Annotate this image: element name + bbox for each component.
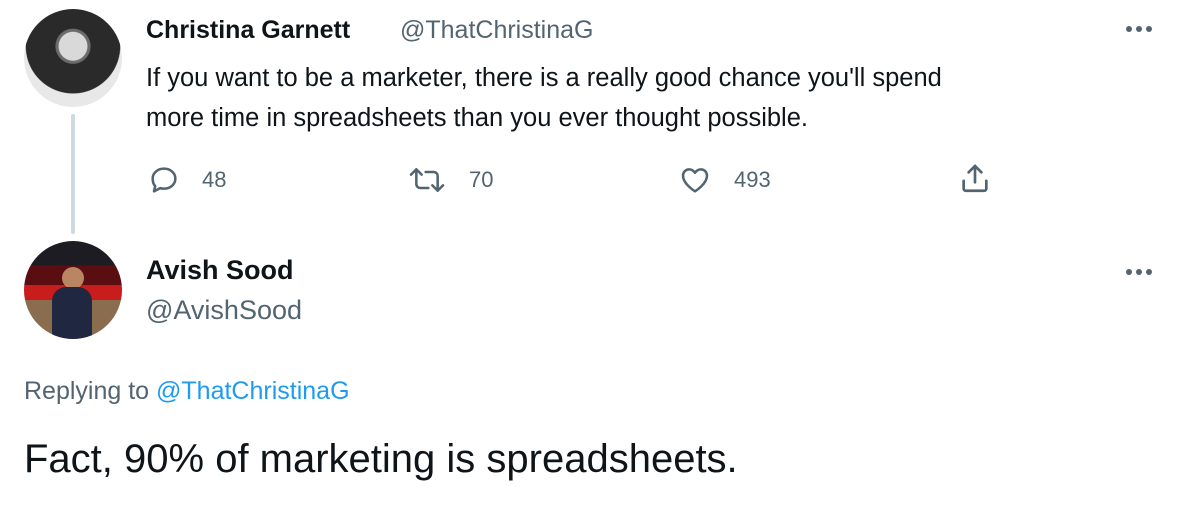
reply-icon [148, 164, 180, 196]
reply-tweet-text: Fact, 90% of marketing is spreadsheets. [24, 437, 738, 481]
replying-to-line: Replying to @ThatChristinaG [24, 377, 350, 406]
avish-avatar[interactable] [24, 241, 122, 339]
like-icon [678, 164, 712, 196]
reply-count: 48 [202, 167, 227, 192]
parent-tweet-text: If you want to be a marketer, there is a… [146, 64, 942, 132]
retweet-count: 70 [469, 167, 494, 192]
avatar-photo-head [62, 267, 84, 289]
retweet-icon [407, 164, 447, 196]
reply-button[interactable]: 48 [148, 162, 226, 198]
avatar-photo-body [52, 287, 92, 339]
reply-author-handle[interactable]: @AvishSood [146, 295, 302, 326]
christina-avatar[interactable] [24, 9, 122, 107]
replying-to-prefix: Replying to [24, 377, 157, 405]
retweet-button[interactable]: 70 [407, 162, 493, 198]
parent-author-handle[interactable]: @ThatChristinaG [400, 16, 594, 45]
replying-to-handle-link[interactable]: @ThatChristinaG [156, 377, 350, 405]
share-icon [958, 160, 992, 196]
parent-more-icon[interactable] [1120, 14, 1158, 44]
reply-more-icon[interactable] [1120, 257, 1158, 287]
like-button[interactable]: 493 [678, 162, 771, 198]
like-count: 493 [734, 167, 771, 192]
share-button[interactable] [958, 160, 992, 196]
thread-connector-line [71, 114, 75, 234]
reply-author-name[interactable]: Avish Sood [146, 255, 294, 286]
parent-author-name[interactable]: Christina Garnett [146, 16, 350, 45]
